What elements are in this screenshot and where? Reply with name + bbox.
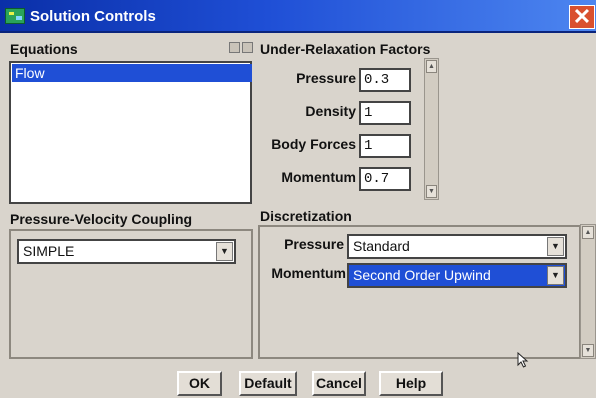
discretization-scrollbar[interactable]: ▲ ▼: [580, 224, 596, 359]
close-button[interactable]: ✕: [569, 5, 595, 29]
momentum-factor-label: Momentum: [281, 169, 356, 185]
chevron-down-icon[interactable]: ▼: [547, 237, 564, 256]
relaxation-scrollbar[interactable]: ▲ ▼: [424, 58, 439, 200]
density-factor-field[interactable]: 1: [359, 101, 411, 125]
body-forces-factor-field[interactable]: 1: [359, 134, 411, 158]
app-icon: [5, 8, 25, 24]
pressure-scheme-value: Standard: [353, 238, 410, 254]
scroll-down-icon[interactable]: ▼: [426, 185, 437, 198]
discretization-pressure-label: Pressure: [284, 236, 344, 252]
window-title: Solution Controls: [30, 8, 156, 25]
help-button[interactable]: Help: [379, 371, 443, 396]
pressure-factor-field[interactable]: 0.3: [359, 68, 411, 92]
equations-list[interactable]: Flow: [9, 61, 252, 204]
chevron-down-icon[interactable]: ▼: [216, 242, 233, 261]
momentum-scheme-value: Second Order Upwind: [353, 267, 491, 283]
pressure-factor-label: Pressure: [296, 70, 356, 86]
default-button[interactable]: Default: [239, 371, 297, 396]
coupling-value: SIMPLE: [23, 243, 75, 259]
under-relaxation-label: Under-Relaxation Factors: [260, 41, 431, 57]
deselect-all-button[interactable]: [242, 42, 253, 53]
body-forces-factor-label: Body Forces: [271, 136, 356, 152]
title-bar: Solution Controls ✕: [0, 0, 596, 33]
scroll-down-icon[interactable]: ▼: [582, 344, 594, 357]
close-icon: ✕: [572, 4, 592, 29]
momentum-scheme-dropdown[interactable]: Second Order Upwind ▼: [347, 263, 567, 288]
equations-label: Equations: [10, 41, 78, 57]
mouse-cursor-icon: [517, 352, 529, 368]
scroll-up-icon[interactable]: ▲: [426, 60, 437, 73]
discretization-momentum-label: Momentum: [271, 265, 346, 281]
ok-button[interactable]: OK: [177, 371, 222, 396]
scroll-up-icon[interactable]: ▲: [582, 226, 594, 239]
momentum-factor-field[interactable]: 0.7: [359, 167, 411, 191]
chevron-down-icon[interactable]: ▼: [547, 266, 564, 285]
select-all-button[interactable]: [229, 42, 240, 53]
coupling-label: Pressure-Velocity Coupling: [10, 211, 193, 227]
cancel-button[interactable]: Cancel: [312, 371, 366, 396]
pressure-scheme-dropdown[interactable]: Standard ▼: [347, 234, 567, 259]
discretization-label: Discretization: [260, 208, 352, 224]
density-factor-label: Density: [305, 103, 356, 119]
list-item[interactable]: Flow: [12, 64, 252, 82]
coupling-dropdown[interactable]: SIMPLE ▼: [17, 239, 236, 264]
